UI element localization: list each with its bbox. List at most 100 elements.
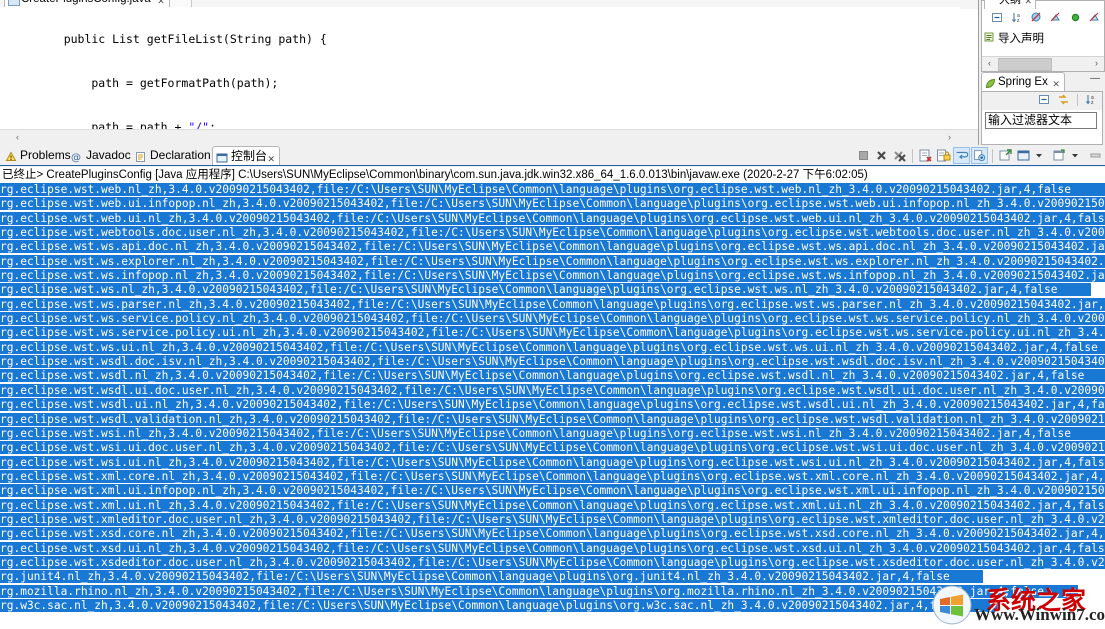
outline-horizontal-scrollbar[interactable]: ‹ ›	[982, 56, 1104, 71]
console-line-text: rg.mozilla.rhino.nl_zh,3.4.0.v2009021504…	[0, 584, 1078, 598]
console-line-text: rg.eclipse.wst.ws.api.doc.nl_zh,3.4.0.v2…	[0, 240, 1105, 254]
console-line-text: rg.eclipse.wst.web.nl_zh,3.4.0.v20090215…	[0, 183, 1105, 196]
sort-icon[interactable]: az	[1084, 92, 1099, 107]
spring-filter-input[interactable]: 输入过滤器文本	[985, 112, 1097, 129]
minimize-icon[interactable]: —	[1089, 74, 1101, 87]
console-line: rg.eclipse.wst.web.ui.nl_zh,3.4.0.v20090…	[0, 211, 1105, 226]
console-line-text: rg.eclipse.wst.xml.ui.infopop.nl_zh,3.4.…	[0, 484, 1105, 498]
code-line: path = path + "/";	[0, 120, 960, 129]
hide-static-icon[interactable]	[1048, 10, 1063, 25]
console-line-text: rg.eclipse.wst.web.ui.nl_zh,3.4.0.v20090…	[0, 211, 1105, 225]
console-line: rg.eclipse.wst.wsi.ui.nl_zh,3.4.0.v20090…	[0, 455, 1105, 470]
console-line: rg.w3c.sac.nl_zh,3.4.0.v20090215043402,f…	[0, 598, 1105, 613]
code-editor-text[interactable]: public List getFileList(String path) { p…	[0, 7, 960, 129]
close-icon[interactable]: ✕	[1024, 0, 1032, 10]
console-line-text: rg.eclipse.wst.xsd.ui.nl_zh,3.4.0.v20090…	[0, 541, 1105, 555]
console-output[interactable]: rg.eclipse.wst.web.nl_zh,3.4.0.v20090215…	[0, 183, 1105, 629]
console-line-text: rg.eclipse.wst.xml.ui.nl_zh,3.4.0.v20090…	[0, 498, 1105, 512]
tab-problems[interactable]: Problems	[2, 146, 71, 166]
open-console-dropdown-icon[interactable]	[1033, 147, 1050, 164]
tab-javadoc[interactable]: @ Javadoc	[68, 146, 132, 166]
declaration-icon	[135, 150, 147, 162]
tab-declaration[interactable]: Declaration	[132, 146, 212, 166]
word-wrap-icon[interactable]	[953, 147, 970, 164]
hide-nonpublic-icon[interactable]	[1068, 10, 1083, 25]
console-line-text: rg.eclipse.wst.wsi.ui.doc.user.nl_zh,3.4…	[0, 441, 1105, 455]
right-views-region: 大纲 ✕ az 导入声明 ‹ › Spring Ex ✕ — a z 输入过滤器…	[979, 0, 1105, 145]
console-toolbar	[855, 146, 1104, 165]
console-line: rg.eclipse.wst.ws.service.policy.ui.nl_z…	[0, 326, 1105, 340]
console-line-text: rg.eclipse.wst.web.ui.infopop.nl_zh,3.4.…	[0, 197, 1105, 211]
collapse-all-icon[interactable]	[990, 10, 1005, 25]
collapse-all-icon[interactable]	[1037, 92, 1052, 107]
terminate-icon[interactable]	[855, 147, 872, 164]
bottom-view-stack: Problems @ Javadoc Declaration 控制台 ✕ 已终止…	[0, 145, 1105, 629]
javadoc-icon: @	[71, 150, 83, 164]
scroll-lock-icon[interactable]	[935, 147, 952, 164]
outline-tree[interactable]: 导入声明	[982, 29, 1104, 55]
console-line-text: rg.eclipse.wst.wsdl.ui.doc.user.nl_zh,3.…	[0, 383, 1105, 397]
editor-region: CreatePluginsConfig.java ✕ public List g…	[0, 0, 979, 145]
outline-tab[interactable]: 大纲 ✕	[984, 0, 1036, 9]
svg-text:@: @	[71, 153, 81, 164]
eclipse-ide-window: CreatePluginsConfig.java ✕ public List g…	[0, 0, 1105, 629]
spring-explorer-toolbar: az	[982, 92, 1102, 110]
editor-horizontal-scrollbar[interactable]: ‹ ›	[0, 129, 978, 145]
tab-console[interactable]: 控制台 ✕	[212, 146, 280, 166]
hide-fields-icon[interactable]	[1029, 10, 1044, 25]
console-line-text: rg.w3c.sac.nl_zh,3.4.0.v20090215043402,f…	[0, 598, 997, 612]
tab-declaration-label: Declaration	[150, 148, 211, 162]
clear-console-icon[interactable]	[917, 147, 934, 164]
link-editor-icon[interactable]	[1056, 92, 1071, 107]
spring-explorer-tab-label: Spring Ex	[998, 76, 1048, 88]
spring-explorer-tab[interactable]: Spring Ex ✕	[981, 72, 1065, 92]
console-line-text: rg.eclipse.wst.wsdl.validation.nl_zh,3.4…	[0, 412, 1105, 426]
active-tab-underline	[0, 165, 1105, 166]
console-line: rg.eclipse.wst.wsdl.doc.isv.nl_zh,3.4.0.…	[0, 355, 1105, 369]
console-line-text: rg.eclipse.wst.ws.service.policy.nl_zh,3…	[0, 312, 1105, 326]
outline-item-label: 导入声明	[998, 33, 1044, 45]
view-menu-dropdown-icon[interactable]	[1069, 147, 1086, 164]
bottom-tab-bar: Problems @ Javadoc Declaration 控制台 ✕	[0, 145, 1105, 166]
scroll-right-icon[interactable]: ›	[942, 130, 957, 145]
console-line: rg.eclipse.wst.xsd.core.nl_zh,3.4.0.v200…	[0, 527, 1105, 541]
remove-all-terminated-icon[interactable]	[891, 147, 908, 164]
outline-tab-label: 大纲	[999, 0, 1021, 6]
console-line: rg.eclipse.wst.webtools.doc.user.nl_zh,3…	[0, 226, 1105, 240]
outline-view: 大纲 ✕ az 导入声明 ‹ ›	[981, 0, 1105, 72]
console-line: rg.eclipse.wst.ws.explorer.nl_zh,3.4.0.v…	[0, 254, 1105, 269]
console-line: rg.eclipse.wst.ws.api.doc.nl_zh,3.4.0.v2…	[0, 240, 1105, 254]
console-line: rg.eclipse.wst.ws.ui.nl_zh,3.4.0.v200902…	[0, 340, 1105, 355]
console-line-text: rg.eclipse.wst.ws.explorer.nl_zh,3.4.0.v…	[0, 254, 1105, 268]
scroll-right-icon[interactable]: ›	[1090, 57, 1103, 70]
console-line: rg.junit4.nl_zh,3.4.0.v20090215043402,fi…	[0, 570, 1105, 584]
open-console-icon[interactable]	[1015, 147, 1032, 164]
remove-launch-icon[interactable]	[873, 147, 890, 164]
console-line: rg.eclipse.wst.web.nl_zh,3.4.0.v20090215…	[0, 183, 1105, 197]
outline-item-import-declarations[interactable]: 导入声明	[982, 29, 1104, 46]
pin-console-icon[interactable]	[971, 147, 988, 164]
sort-icon[interactable]: az	[1010, 10, 1025, 25]
toolbar-separator	[1076, 93, 1078, 106]
scroll-left-icon[interactable]: ‹	[10, 130, 25, 145]
tab-javadoc-label: Javadoc	[86, 148, 131, 162]
display-selected-console-icon[interactable]	[997, 147, 1014, 164]
code-line: path = getFormatPath(path);	[0, 76, 960, 91]
scrollbar-thumb[interactable]	[998, 58, 1052, 71]
console-line: rg.eclipse.wst.wsdl.nl_zh,3.4.0.v2009021…	[0, 369, 1105, 383]
console-line: rg.eclipse.wst.xmleditor.doc.user.nl_zh,…	[0, 512, 1105, 527]
hide-local-icon[interactable]	[1087, 10, 1102, 25]
spring-explorer-view: Spring Ex ✕ — az 输入过滤器文本	[981, 72, 1103, 145]
spring-leaf-icon	[985, 77, 996, 89]
console-line-text: rg.eclipse.wst.xmleditor.doc.user.nl_zh,…	[0, 512, 1105, 526]
code-token: path = getFormatPath(path);	[36, 75, 279, 90]
minimize-icon[interactable]	[1087, 147, 1104, 164]
console-line: rg.eclipse.wst.xml.ui.nl_zh,3.4.0.v20090…	[0, 498, 1105, 513]
java-file-icon	[8, 0, 20, 6]
scroll-left-icon[interactable]: ‹	[983, 57, 996, 70]
console-line-text: rg.junit4.nl_zh,3.4.0.v20090215043402,fi…	[0, 570, 984, 584]
console-line: rg.eclipse.wst.wsi.ui.doc.user.nl_zh,3.4…	[0, 441, 1105, 455]
new-console-view-icon[interactable]	[1051, 147, 1068, 164]
console-line-text: rg.eclipse.wst.wsdl.ui.nl_zh,3.4.0.v2009…	[0, 398, 1105, 412]
console-launch-status: 已终止> CreatePluginsConfig [Java 应用程序] C:\…	[0, 167, 1105, 183]
